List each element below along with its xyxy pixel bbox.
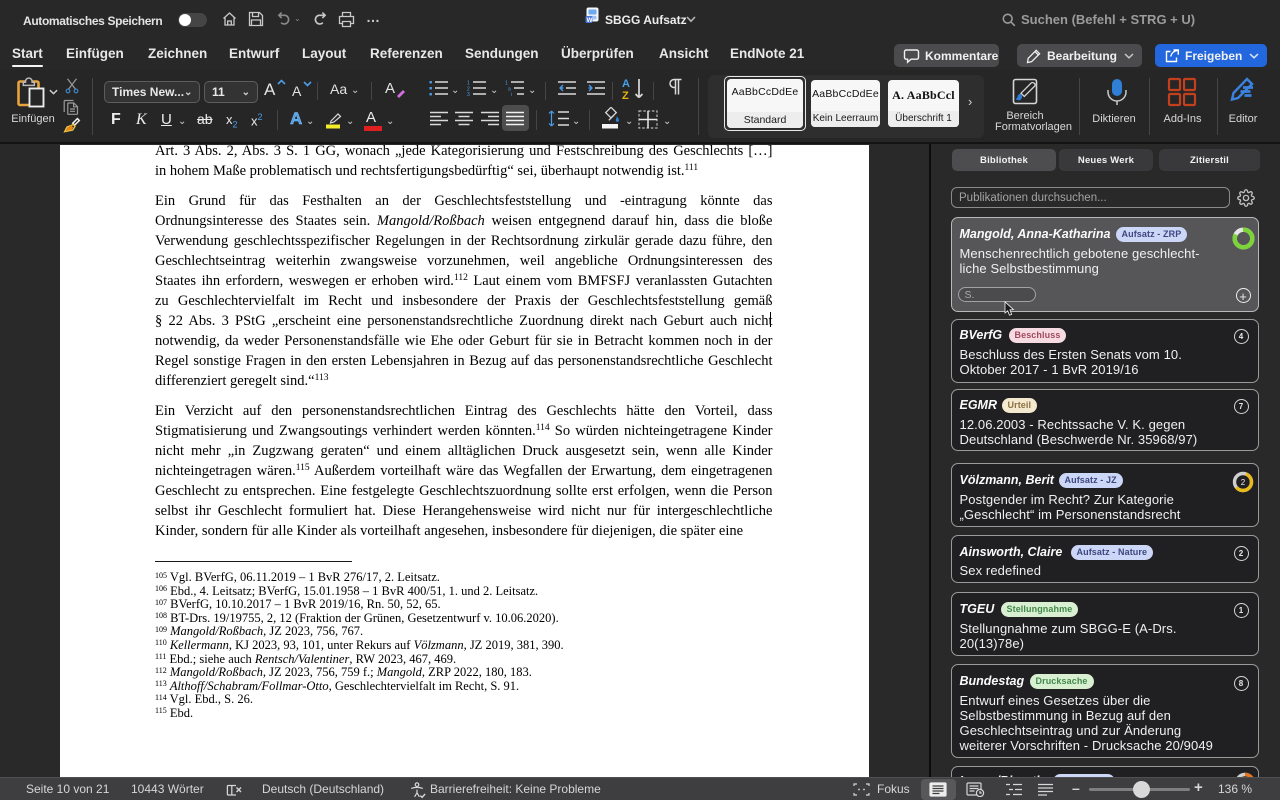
svg-text:W: W xyxy=(587,17,593,23)
svg-text:A: A xyxy=(622,78,630,90)
svg-text:Z: Z xyxy=(622,90,629,101)
svg-text:3: 3 xyxy=(467,92,470,96)
svg-text:i: i xyxy=(511,92,512,96)
svg-text:2: 2 xyxy=(1240,478,1245,487)
